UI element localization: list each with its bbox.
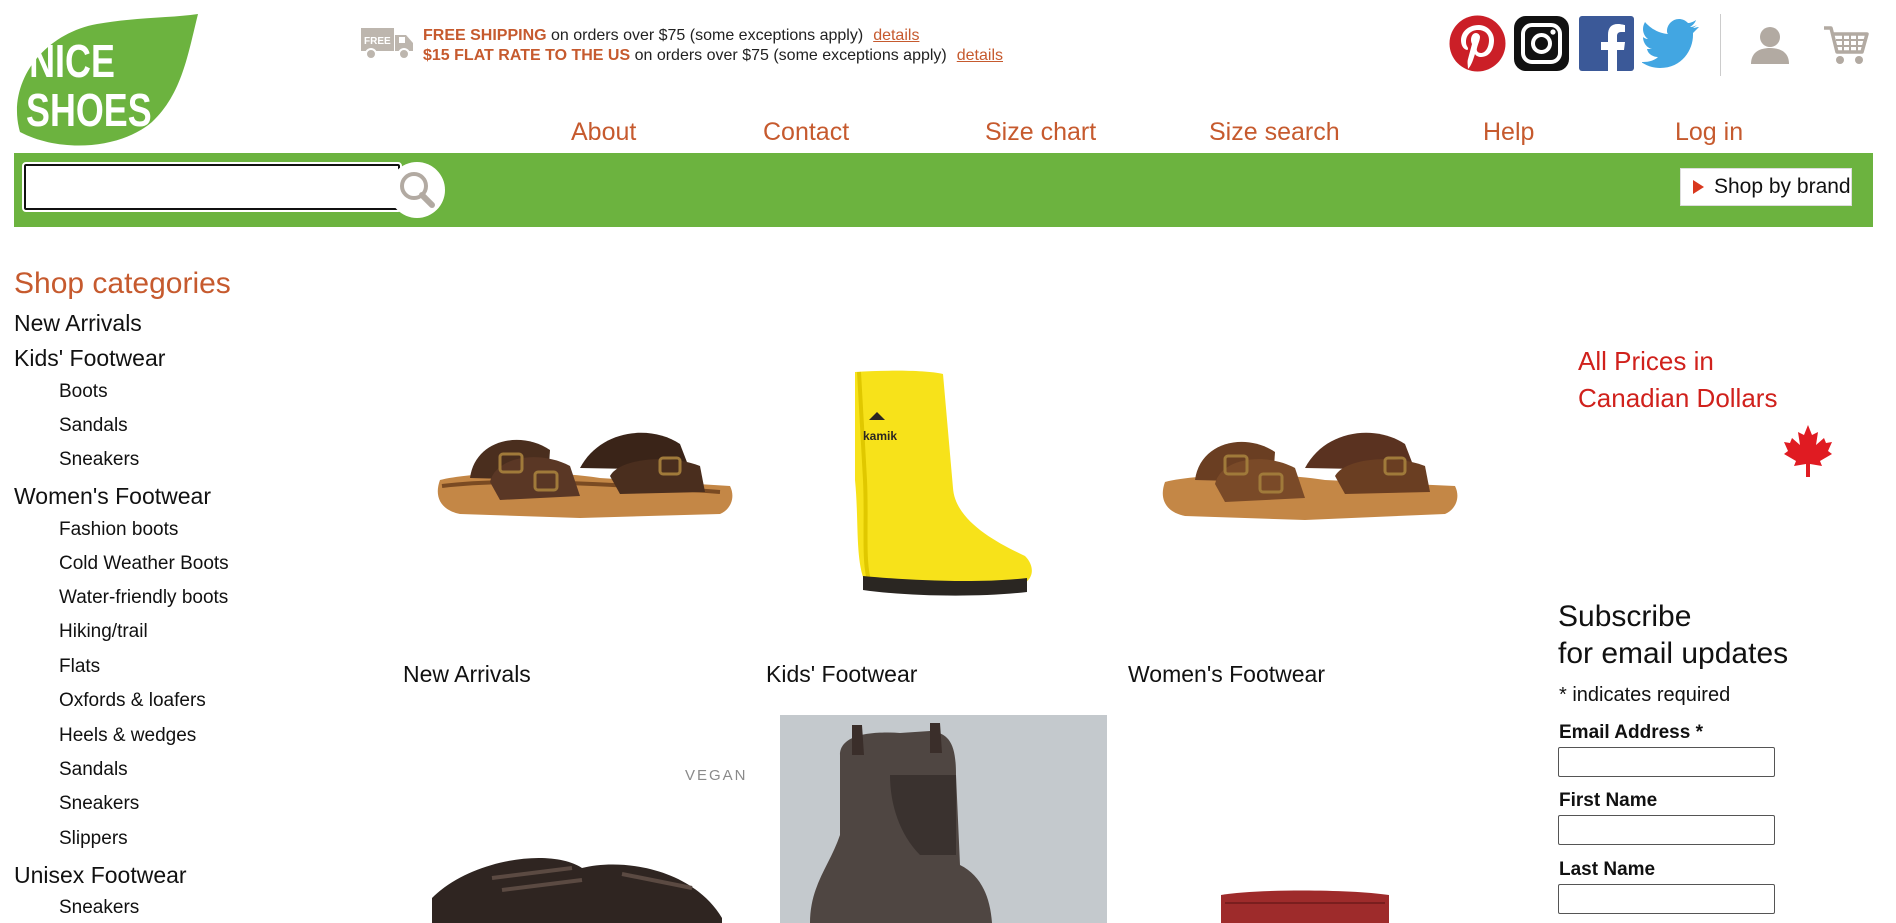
price-note-line1: All Prices in [1578, 346, 1714, 376]
product-image-rain-boot[interactable]: kamik [845, 370, 1035, 598]
shipping-text: on orders over $75 (some exceptions appl… [546, 27, 864, 44]
facebook-icon[interactable] [1578, 15, 1635, 72]
required-fields-note: * indicates required [1559, 684, 1731, 706]
subcategory-flats[interactable]: Flats [59, 656, 100, 678]
search-input[interactable] [22, 162, 402, 212]
account-icon[interactable] [1748, 24, 1792, 66]
truck-icon-text: FREE [364, 36, 391, 47]
category-unisex-footwear[interactable]: Unisex Footwear [14, 862, 187, 889]
tile-label-new-arrivals[interactable]: New Arrivals [403, 661, 531, 688]
logo-text-line1: NICE [29, 36, 115, 87]
pinterest-icon[interactable] [1449, 15, 1506, 72]
email-field[interactable] [1558, 747, 1775, 777]
nav-log-in[interactable]: Log in [1675, 118, 1743, 147]
subcategory-hiking-trail[interactable]: Hiking/trail [59, 621, 148, 643]
last-name-label: Last Name [1559, 859, 1656, 880]
product-image-sneaker[interactable] [432, 838, 732, 923]
header-divider [1720, 14, 1721, 76]
subcategory-water-friendly-boots[interactable]: Water-friendly boots [59, 587, 228, 609]
product-image-sandal[interactable] [1155, 410, 1460, 550]
subscribe-heading: Subscribe for email updates [1558, 598, 1788, 672]
subcategory-womens-sandals[interactable]: Sandals [59, 759, 128, 781]
category-kids-footwear[interactable]: Kids' Footwear [14, 345, 165, 372]
subcategory-heels-wedges[interactable]: Heels & wedges [59, 725, 196, 747]
subscribe-heading-line2: for email updates [1558, 637, 1789, 670]
nav-about[interactable]: About [571, 118, 636, 147]
subscribe-heading-line1: Subscribe [1558, 600, 1692, 633]
kamik-logo-text: kamik [863, 429, 897, 443]
shop-by-brand-label: Shop by brand [1714, 175, 1851, 198]
shipping-details-link[interactable]: details [873, 27, 919, 44]
nav-size-search[interactable]: Size search [1209, 118, 1340, 147]
price-note-line2: Canadian Dollars [1578, 383, 1778, 413]
price-currency-note: All Prices in Canadian Dollars [1578, 343, 1777, 417]
shop-categories-heading: Shop categories [14, 267, 231, 300]
subcategory-slippers[interactable]: Slippers [59, 828, 128, 850]
shipping-details-link[interactable]: details [957, 47, 1003, 64]
first-name-field[interactable] [1558, 815, 1775, 845]
shipping-line-us: $15 FLAT RATE TO THE US on orders over $… [423, 47, 1003, 65]
email-label: Email Address * [1559, 722, 1703, 743]
site-logo[interactable]: NICE SHOES [12, 14, 202, 149]
category-womens-footwear[interactable]: Women's Footwear [14, 483, 211, 510]
last-name-field[interactable] [1558, 884, 1775, 914]
cart-icon[interactable] [1822, 22, 1870, 68]
subcategory-kids-sneakers[interactable]: Sneakers [59, 449, 139, 471]
product-image-chelsea-boot[interactable] [780, 715, 1107, 923]
shipping-highlight: FREE SHIPPING [423, 27, 547, 44]
product-image-sandal[interactable] [430, 410, 735, 550]
triangle-right-icon [1693, 180, 1704, 194]
nav-contact[interactable]: Contact [763, 118, 849, 147]
vegan-badge: VEGAN [685, 767, 748, 784]
subcategory-fashion-boots[interactable]: Fashion boots [59, 519, 178, 541]
subcategory-kids-boots[interactable]: Boots [59, 381, 108, 403]
nav-size-chart[interactable]: Size chart [985, 118, 1096, 147]
subcategory-unisex-sneakers[interactable]: Sneakers [59, 897, 139, 919]
subcategory-womens-sneakers[interactable]: Sneakers [59, 793, 139, 815]
delivery-truck-icon: FREE [360, 24, 415, 62]
shipping-highlight: $15 FLAT RATE TO THE US [423, 47, 631, 64]
instagram-icon[interactable] [1513, 15, 1570, 72]
subcategory-cold-weather-boots[interactable]: Cold Weather Boots [59, 553, 229, 575]
tile-label-womens-footwear[interactable]: Women's Footwear [1128, 661, 1325, 688]
first-name-label: First Name [1559, 790, 1658, 811]
shipping-line-free: FREE SHIPPING on orders over $75 (some e… [423, 27, 919, 45]
shop-by-brand-button[interactable]: Shop by brand [1680, 168, 1852, 206]
subcategory-oxfords-loafers[interactable]: Oxfords & loafers [59, 690, 206, 712]
tile-label-kids-footwear[interactable]: Kids' Footwear [766, 661, 917, 688]
product-image-red-bag[interactable] [1217, 885, 1392, 923]
shipping-text: on orders over $75 (some exceptions appl… [630, 47, 947, 64]
search-icon [400, 172, 435, 208]
maple-leaf-icon [1782, 423, 1834, 479]
subcategory-kids-sandals[interactable]: Sandals [59, 415, 128, 437]
logo-text-line2: SHOES [26, 85, 152, 136]
category-new-arrivals[interactable]: New Arrivals [14, 310, 142, 337]
nav-help[interactable]: Help [1483, 118, 1534, 147]
twitter-icon[interactable] [1641, 15, 1699, 72]
search-button[interactable] [389, 162, 445, 218]
